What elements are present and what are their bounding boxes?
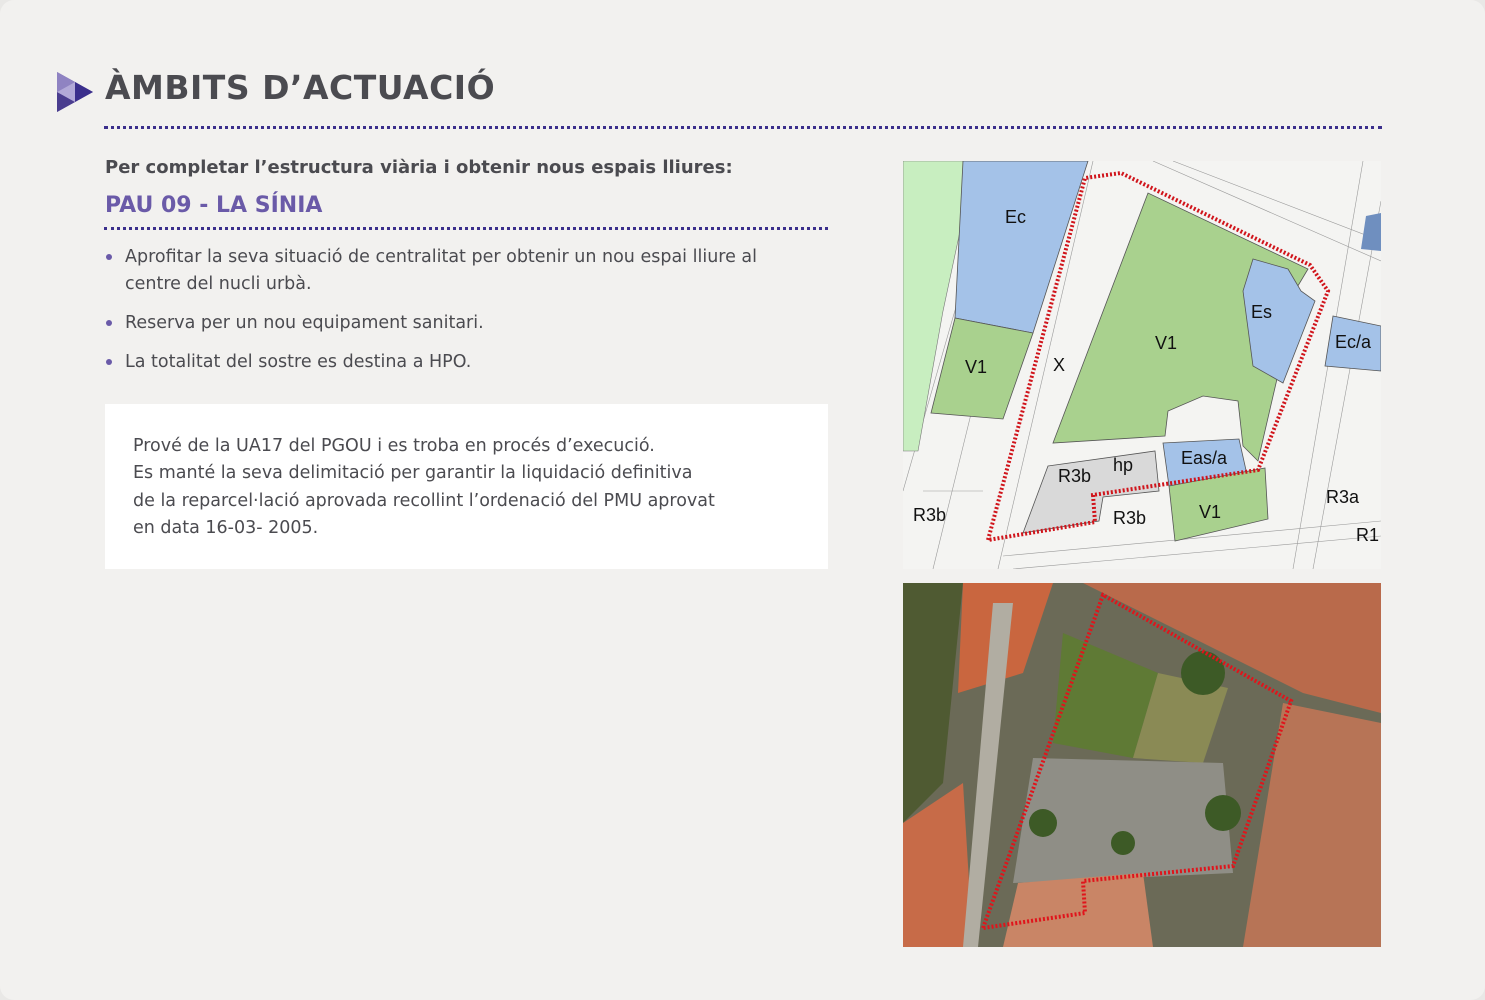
note-line: Prové de la UA17 del PGOU i es troba en … bbox=[133, 436, 655, 456]
note-line: de la reparcel·lació aprovada recollint … bbox=[133, 490, 715, 511]
map-label: Ec/a bbox=[1335, 332, 1372, 352]
section-title: PAU 09 - LA SÍNIA bbox=[105, 193, 323, 218]
bullet-item: Reserva per un nou equipament sanitari. bbox=[105, 310, 785, 337]
page: ÀMBITS D’ACTUACIÓ Per completar l’estruc… bbox=[0, 0, 1485, 1000]
map-label: Eas/a bbox=[1181, 448, 1228, 468]
map-label: X bbox=[1053, 355, 1065, 375]
map-label: R1 bbox=[1356, 525, 1379, 545]
map-label: Ec bbox=[1005, 207, 1026, 227]
map-label: R3b bbox=[913, 505, 946, 525]
map-label: R3b bbox=[1058, 466, 1091, 486]
section-divider bbox=[104, 227, 828, 230]
map-label: V1 bbox=[1155, 333, 1177, 353]
map-label: V1 bbox=[965, 357, 987, 377]
note-line: en data 16-03- 2005. bbox=[133, 517, 319, 538]
aerial-photo bbox=[903, 583, 1381, 947]
bullet-item: Aprofitar la seva situació de centralita… bbox=[105, 244, 765, 298]
bullet-list: Aprofitar la seva situació de centralita… bbox=[105, 244, 785, 388]
bullet-item: La totalitat del sostre es destina a HPO… bbox=[105, 349, 785, 376]
logo-triangle-icon bbox=[57, 72, 93, 112]
page-title: ÀMBITS D’ACTUACIÓ bbox=[105, 68, 496, 107]
note-line: Es manté la seva delimitació per garanti… bbox=[133, 463, 693, 484]
note-text: Prové de la UA17 del PGOU i es troba en … bbox=[133, 433, 715, 542]
map-label: V1 bbox=[1199, 502, 1221, 522]
zoning-map: Ec V1 X V1 Es Ec/a Eas/a hp R3b R3b R3b … bbox=[903, 161, 1381, 569]
map-label: Es bbox=[1251, 302, 1272, 322]
note-box: Prové de la UA17 del PGOU i es troba en … bbox=[105, 404, 828, 569]
map-label: hp bbox=[1113, 455, 1133, 475]
intro-text: Per completar l’estructura viària i obte… bbox=[105, 157, 733, 178]
title-divider bbox=[104, 126, 1382, 129]
map-label: R3b bbox=[1113, 508, 1146, 528]
map-label: R3a bbox=[1326, 487, 1360, 507]
